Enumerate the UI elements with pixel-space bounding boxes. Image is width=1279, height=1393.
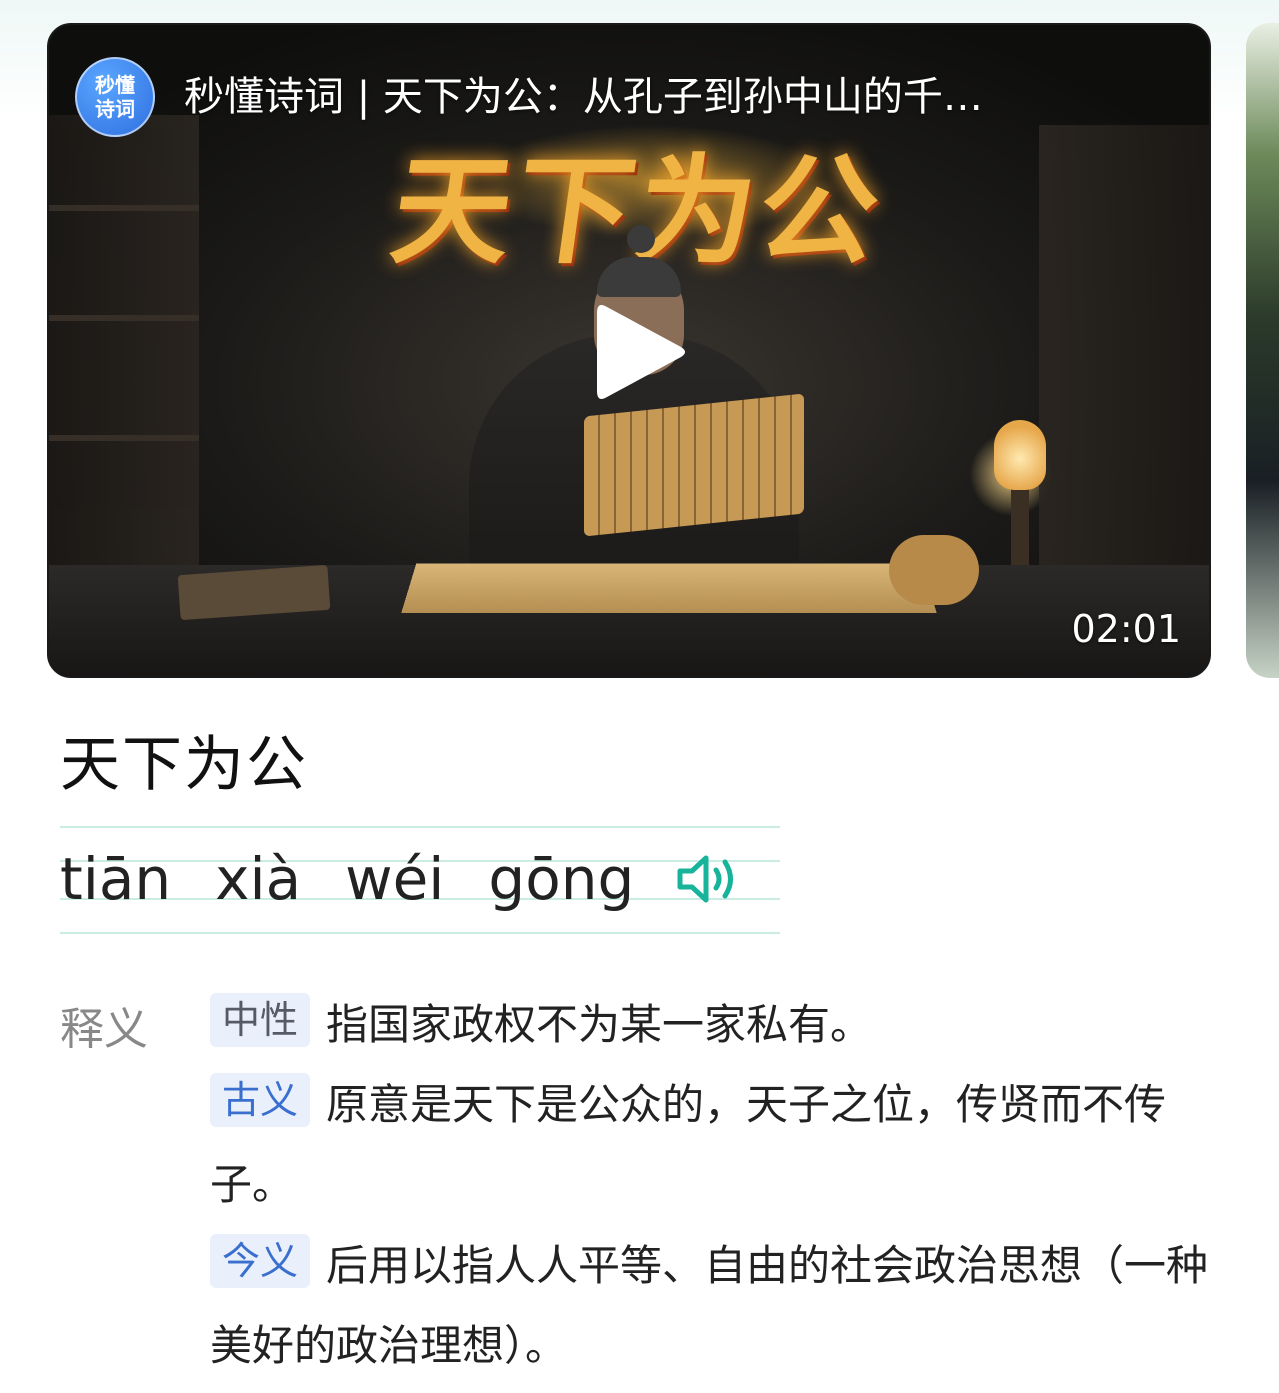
pinyin-syllable: tiān xyxy=(60,845,172,913)
sense-neutral: 中性 指国家政权不为某一家私有。 xyxy=(210,985,1220,1065)
pinyin-box: tiān xià wéi gōng xyxy=(60,826,780,934)
pinyin-row: tiān xià wéi gōng xyxy=(60,844,740,914)
sense-ancient: 古义 原意是天下是公众的，天子之位，传贤而不传子。 xyxy=(210,1065,1220,1225)
sense-modern: 今义 后用以指人人平等、自由的社会政治思想（一种美好的政治理想）。 xyxy=(210,1226,1220,1386)
channel-logo[interactable]: 秒懂 诗词 xyxy=(75,57,155,137)
meaning-label: 释义 xyxy=(60,1004,148,1055)
play-icon[interactable] xyxy=(589,297,689,407)
sense-text: 后用以指人人平等、自由的社会政治思想（一种美好的政治理想）。 xyxy=(210,1241,1209,1370)
thumbnail-figure-bun xyxy=(627,225,655,253)
thumbnail-rolled-scroll xyxy=(889,535,979,605)
sense-text: 指国家政权不为某一家私有。 xyxy=(326,1000,873,1049)
channel-logo-text: 秒懂 诗词 xyxy=(95,73,135,121)
pinyin-syllable: gōng xyxy=(488,845,635,913)
pinyin-guide-line xyxy=(60,826,780,828)
thumbnail-shelf-right xyxy=(1039,125,1209,585)
speaker-icon[interactable] xyxy=(674,849,740,909)
thumbnail-paper xyxy=(401,563,937,614)
video-title[interactable]: 秒懂诗词 | 天下为公：从孔子到孙中山的千… xyxy=(184,69,1174,125)
video-card[interactable]: 天下为公 秒懂 诗词 秒懂诗词 | 天下为公：从孔子到孙中山的千… 02:01 xyxy=(47,23,1211,678)
video-duration: 02:01 xyxy=(1071,607,1181,651)
thumbnail-lamp xyxy=(994,420,1046,490)
thumbnail-bamboo-scroll xyxy=(584,393,804,537)
pinyin-syllable: wéi xyxy=(345,845,445,913)
pinyin-guide-line xyxy=(60,932,780,934)
next-video-card[interactable] xyxy=(1246,23,1279,678)
pinyin-syllable: xià xyxy=(215,845,302,913)
thumbnail-lamp-stand xyxy=(1011,485,1029,565)
sense-text: 原意是天下是公众的，天子之位，传贤而不传子。 xyxy=(210,1080,1167,1209)
sense-tag: 中性 xyxy=(210,993,311,1047)
thumbnail-shelf-left xyxy=(49,115,199,585)
word-title: 天下为公 xyxy=(60,730,308,800)
sense-tag: 古义 xyxy=(210,1073,311,1127)
sense-tag: 今义 xyxy=(210,1234,311,1288)
